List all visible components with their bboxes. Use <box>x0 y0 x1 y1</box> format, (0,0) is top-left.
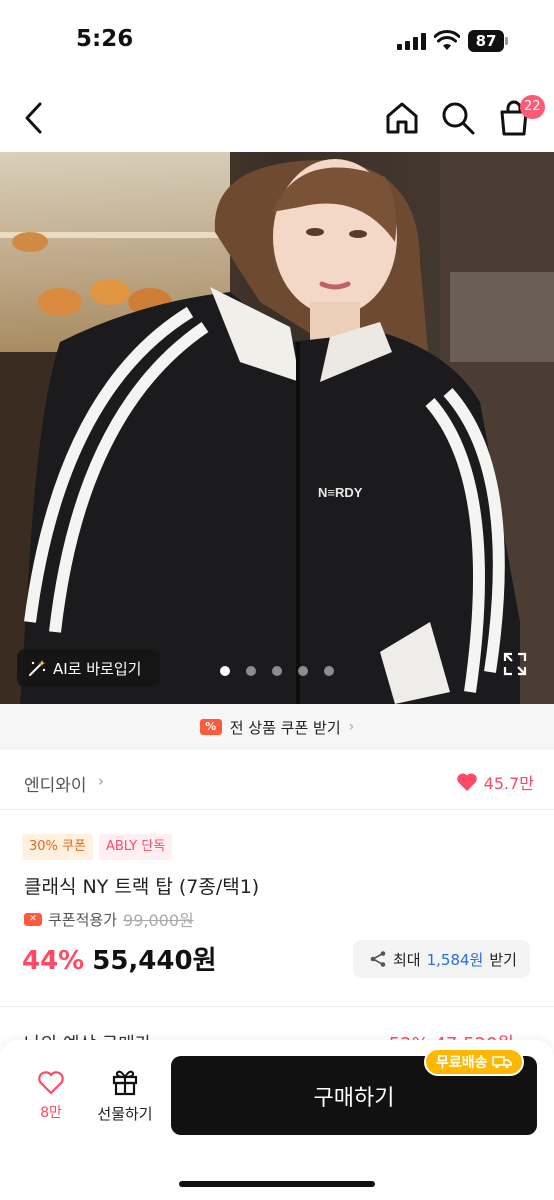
coupon-button-prefix: 최대 <box>393 950 421 969</box>
coupon-icon: % <box>199 719 222 735</box>
gift-label: 선물하기 <box>97 1105 153 1123</box>
battery-level: 87 <box>468 30 504 52</box>
chevron-right-icon: › <box>98 772 104 790</box>
product-photo: N≡RDY <box>0 152 554 704</box>
coupon-button-suffix: 받기 <box>489 950 517 969</box>
truck-icon <box>491 1056 512 1069</box>
brand-name[interactable]: 엔디와이 <box>24 771 87 796</box>
home-indicator <box>179 1181 375 1187</box>
gift-button[interactable]: 선물하기 <box>90 1068 160 1128</box>
all-coupon-banner[interactable]: % 전 상품 쿠폰 받기 › <box>0 704 554 750</box>
gift-icon <box>112 1070 138 1096</box>
coupon-icon: ✕ <box>24 912 42 926</box>
carousel-dot[interactable] <box>220 666 230 676</box>
magic-wand-icon <box>29 660 46 676</box>
status-time: 5:26 <box>76 26 134 52</box>
price-row: 44% 55,440원 <box>22 940 217 977</box>
product-title: 클래식 NY 트랙 탑 (7종/택1) <box>24 876 260 898</box>
sale-price: 55,440원 <box>92 946 217 976</box>
expand-icon[interactable] <box>502 651 528 677</box>
status-bar: 5:26 87 <box>0 0 554 80</box>
coupon-tag: 30% 쿠폰 <box>22 834 93 860</box>
discount-rate: 44% <box>22 946 85 976</box>
carousel-dot[interactable] <box>298 666 308 676</box>
free-shipping-badge: 무료배송 <box>424 1048 524 1076</box>
chevron-right-icon: › <box>348 719 355 735</box>
free-shipping-label: 무료배송 <box>436 1055 488 1071</box>
signal-icon <box>397 33 427 50</box>
wish-count: 8만 <box>40 1105 62 1121</box>
home-icon[interactable] <box>382 98 422 138</box>
heart-filled-icon <box>456 773 477 791</box>
jacket-logo: N≡RDY <box>318 485 363 500</box>
share-icon <box>370 951 386 967</box>
carousel-indicator <box>220 666 334 676</box>
heart-outline-icon <box>38 1071 64 1095</box>
nav-bar <box>0 82 554 152</box>
carousel-dot[interactable] <box>246 666 256 676</box>
wish-button[interactable]: 8만 <box>24 1070 78 1130</box>
original-price-row: ✕ 쿠폰적용가 99,000원 <box>24 907 194 931</box>
brand-likes[interactable]: 45.7만 <box>456 770 534 794</box>
brand-likes-count: 45.7만 <box>483 774 534 793</box>
ai-try-on-button[interactable]: AI로 바로입기 <box>17 649 160 687</box>
brand-row[interactable]: 엔디와이 › 45.7만 <box>0 752 554 810</box>
wifi-icon <box>434 30 460 50</box>
exclusive-tag: ABLY 단독 <box>98 834 173 860</box>
product-tags: 30% 쿠폰 ABLY 단독 <box>22 834 173 860</box>
product-image-carousel[interactable]: N≡RDY AI로 바로입기 <box>0 152 554 704</box>
ai-try-on-label: AI로 바로입기 <box>53 659 142 678</box>
carousel-dot[interactable] <box>324 666 334 676</box>
bottom-action-bar: 8만 선물하기 구매하기 무료배송 <box>0 1040 554 1200</box>
coupon-button-amount: 1,584원 <box>426 950 484 969</box>
get-coupon-button[interactable]: 최대 1,584원 받기 <box>353 940 530 978</box>
carousel-dot[interactable] <box>272 666 282 676</box>
original-price: 99,000원 <box>123 911 194 930</box>
coupon-price-label: 쿠폰적용가 <box>48 910 118 929</box>
cart-badge: 22 <box>520 95 545 119</box>
divider <box>0 1006 554 1007</box>
coupon-banner-label: 전 상품 쿠폰 받기 <box>229 718 341 737</box>
search-icon[interactable] <box>438 98 478 138</box>
back-icon[interactable] <box>18 98 52 138</box>
battery-icon: 87 <box>468 30 508 52</box>
